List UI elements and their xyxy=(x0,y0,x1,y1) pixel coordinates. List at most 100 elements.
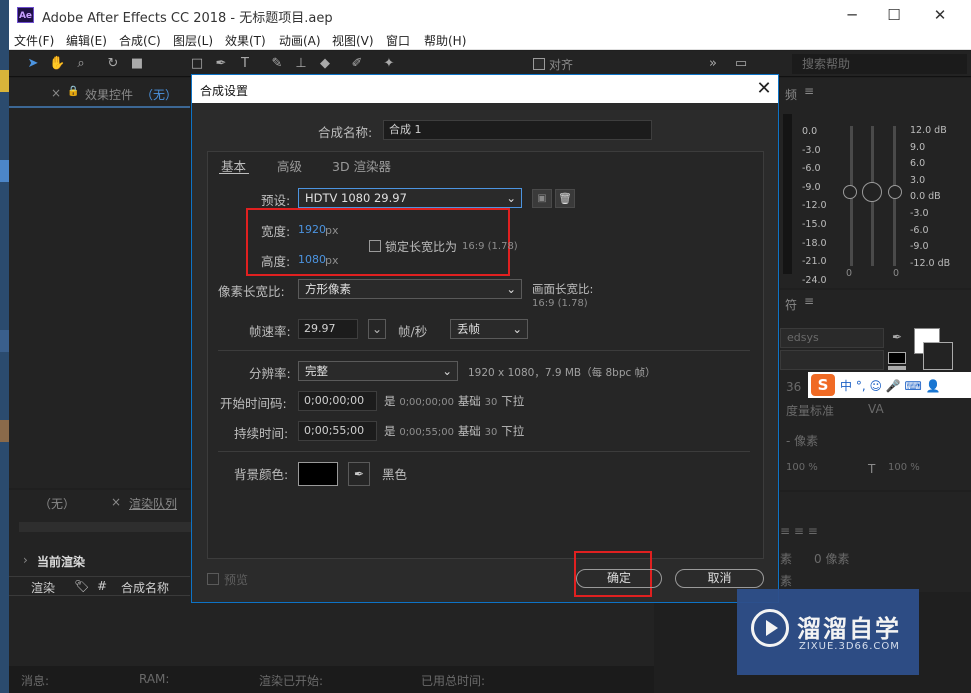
pin-tool-icon[interactable]: ✦ xyxy=(381,56,397,72)
progress-track xyxy=(19,522,191,532)
desktop-icon[interactable] xyxy=(0,420,9,442)
status-started: 渲染已开始: xyxy=(259,674,324,688)
desktop-icon[interactable] xyxy=(0,330,9,352)
menu-composition[interactable]: 合成(C) xyxy=(119,32,161,49)
slider-knob-center[interactable] xyxy=(862,182,882,202)
save-preset-icon[interactable]: ▣ xyxy=(532,189,552,208)
pixels-label[interactable]: - 像素 xyxy=(786,432,818,449)
workspace-icon[interactable]: ▭ xyxy=(733,56,749,72)
height-value[interactable]: 1080 xyxy=(298,253,326,266)
resolution-label: 分辨率: xyxy=(249,366,291,381)
duration-input[interactable]: 0;00;55;00 xyxy=(298,421,377,441)
fps-label: 帧速率: xyxy=(249,324,291,339)
slider-knob-right[interactable] xyxy=(888,185,902,199)
col-render[interactable]: 渲染 xyxy=(31,579,55,596)
effects-tab[interactable]: 效果控件 xyxy=(85,86,133,103)
ime-mode-icons[interactable]: 中 °, ☺ 🎤 ⌨ 👤 xyxy=(840,377,941,394)
eyedropper-icon[interactable]: ✒ xyxy=(348,462,370,486)
zoom-tool-icon[interactable]: ⌕ xyxy=(73,56,89,72)
camera-tool-icon[interactable]: ■ xyxy=(129,56,145,72)
tab-close-icon[interactable]: × xyxy=(111,495,121,509)
selection-tool-icon[interactable]: ➤ xyxy=(25,56,41,72)
cancel-button[interactable]: 取消 xyxy=(675,569,764,588)
roto-tool-icon[interactable]: ✐ xyxy=(349,56,365,72)
width-label: 宽度: xyxy=(261,224,291,239)
menu-view[interactable]: 视图(V) xyxy=(332,32,374,49)
menu-effect[interactable]: 效果(T) xyxy=(225,32,266,49)
tab-3d-renderer[interactable]: 3D 渲染器 xyxy=(332,156,391,175)
pen-tool-icon[interactable]: ✒ xyxy=(213,56,229,72)
audio-tab[interactable]: 频 xyxy=(785,86,797,103)
label-tag-icon[interactable]: 🏷 xyxy=(74,579,89,593)
lock-aspect-checkbox[interactable] xyxy=(369,240,381,252)
sogou-logo-icon[interactable]: S xyxy=(811,374,835,396)
stroke-color-swatch[interactable] xyxy=(923,342,953,370)
drop-frame-select[interactable]: 丢帧 ⌄ xyxy=(450,319,528,339)
separator xyxy=(218,451,750,452)
stroke-swatch[interactable] xyxy=(888,352,906,364)
desktop-icon[interactable] xyxy=(0,160,9,182)
hand-tool-icon[interactable]: ✋ xyxy=(49,56,65,72)
font-style-select[interactable] xyxy=(780,350,884,370)
chevron-down-icon: ⌄ xyxy=(506,282,516,296)
slider-knob-left[interactable] xyxy=(843,185,857,199)
metrics-label[interactable]: 度量标准 xyxy=(786,402,834,419)
vertical-scale-value[interactable]: 100 % xyxy=(786,462,818,473)
menu-help[interactable]: 帮助(H) xyxy=(424,32,466,49)
status-ram: RAM: xyxy=(139,672,170,686)
tab-advanced[interactable]: 高级 xyxy=(277,156,302,175)
desktop-icon[interactable] xyxy=(0,70,9,92)
character-tab[interactable]: 符 xyxy=(785,296,797,313)
pixel-aspect-label: 像素长宽比: xyxy=(218,284,285,299)
menu-layer[interactable]: 图层(L) xyxy=(173,32,213,49)
col-hash[interactable]: # xyxy=(97,579,107,593)
menu-animation[interactable]: 动画(A) xyxy=(279,32,321,49)
preview-checkbox[interactable] xyxy=(207,573,219,585)
panel-close-icon[interactable]: × xyxy=(51,86,61,100)
start-timecode-info: 是 0;00;00;00 基础 30 下拉 xyxy=(384,394,525,408)
menu-edit[interactable]: 编辑(E) xyxy=(66,32,107,49)
start-timecode-input[interactable]: 0;00;00;00 xyxy=(298,391,377,411)
align-checkbox[interactable] xyxy=(533,58,545,70)
col-comp-name[interactable]: 合成名称 xyxy=(121,579,169,596)
tab-none[interactable]: （无） xyxy=(39,495,75,512)
expand-icon[interactable]: » xyxy=(705,56,721,72)
eraser-tool-icon[interactable]: ◆ xyxy=(317,56,333,72)
maximize-button[interactable]: ☐ xyxy=(879,4,909,26)
font-size-value[interactable]: 36 xyxy=(786,380,801,394)
pixel-aspect-select[interactable]: 方形像素 ⌄ xyxy=(298,279,522,299)
fps-input[interactable]: 29.97 xyxy=(298,319,358,339)
dialog-close-button[interactable]: ✕ xyxy=(752,77,776,101)
width-value[interactable]: 1920 xyxy=(298,223,326,236)
bg-color-label: 背景颜色: xyxy=(234,467,289,482)
resolution-select[interactable]: 完整 ⌄ xyxy=(298,361,458,381)
align-icons[interactable]: ≡ ≡ ≡ xyxy=(780,524,818,538)
menu-file[interactable]: 文件(F) xyxy=(14,32,54,49)
comp-name-input[interactable]: 合成 1 xyxy=(383,120,652,140)
eyedropper-icon[interactable]: ✒ xyxy=(892,330,902,344)
space-before-value[interactable]: 0 像素 xyxy=(814,550,849,567)
rotate-tool-icon[interactable]: ↻ xyxy=(105,56,121,72)
minimize-button[interactable]: ─ xyxy=(837,4,867,26)
preview-label: 预览 xyxy=(224,573,249,587)
text-tool-icon[interactable]: T xyxy=(237,56,253,72)
stamp-tool-icon[interactable]: ⊥ xyxy=(293,56,309,72)
brush-tool-icon[interactable]: ✎ xyxy=(269,56,285,72)
preset-select[interactable]: HDTV 1080 29.97 ⌄ xyxy=(298,188,522,208)
panel-menu-icon[interactable]: ≡ xyxy=(804,294,814,308)
mask-tool-icon[interactable]: □ xyxy=(189,56,205,72)
bg-color-swatch[interactable] xyxy=(298,462,338,486)
horizontal-scale-value[interactable]: 100 % xyxy=(888,462,920,473)
expand-arrow-icon[interactable]: › xyxy=(23,553,28,567)
status-elapsed: 已用总时间: xyxy=(421,674,486,688)
lock-icon[interactable]: 🔒 xyxy=(67,86,79,97)
fps-dropdown-icon[interactable]: ⌄ xyxy=(368,319,386,339)
menu-window[interactable]: 窗口 xyxy=(386,32,410,49)
font-family-select[interactable]: edsys xyxy=(780,328,884,348)
search-help-input[interactable]: 搜索帮助 xyxy=(792,54,967,74)
panel-menu-icon[interactable]: ≡ xyxy=(804,84,814,98)
ok-button[interactable]: 确定 xyxy=(576,569,662,588)
tab-render-queue[interactable]: 渲染队列 xyxy=(129,495,177,512)
delete-preset-icon[interactable]: 🗑 xyxy=(555,189,575,208)
close-button[interactable]: ✕ xyxy=(925,4,955,26)
